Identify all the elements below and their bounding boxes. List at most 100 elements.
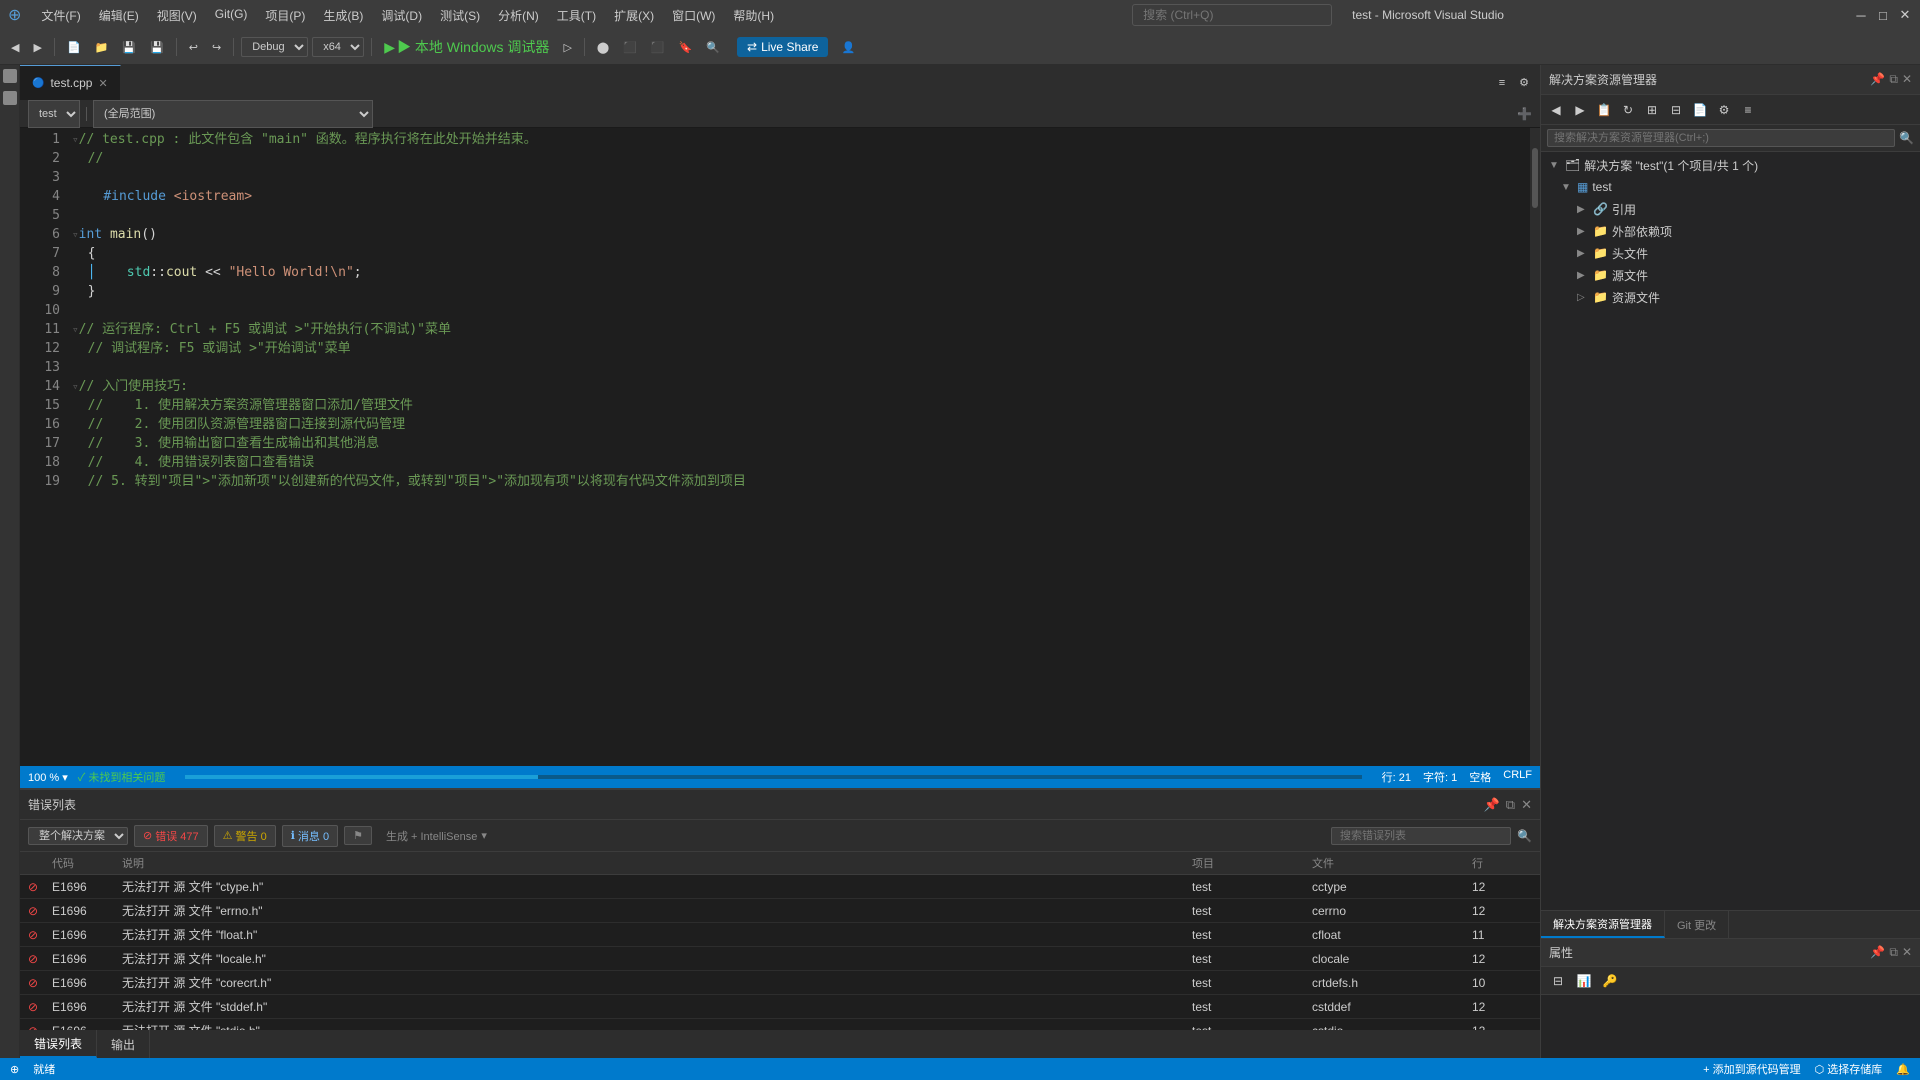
error-row[interactable]: ⊘ E1696 无法打开 源 文件 "stddef.h" test cstdde… [20,995,1540,1019]
panel-close-btn[interactable]: ✕ [1521,797,1532,813]
global-search[interactable] [1132,4,1332,26]
save-all-btn[interactable]: 💾 [145,39,169,56]
menu-analyze[interactable]: 分析(N) [490,5,547,26]
run-debugger-btn[interactable]: ▶ ▶ 本地 Windows 调试器 [379,35,554,59]
tree-solution-root[interactable]: ▼ 🗂 解决方案 "test"(1 个项目/共 1 个) [1541,154,1920,176]
error-filter-select[interactable]: 整个解决方案 [28,827,128,845]
run-no-debug-btn[interactable]: ▷ [558,39,576,56]
tab-menu-btn[interactable]: ≡ [1494,75,1510,91]
activity-icon-2[interactable] [3,91,17,105]
status-zoom[interactable]: 100 % ▾ [28,771,68,784]
forward-btn[interactable]: ▶ [28,39,46,56]
panel-pin-btn[interactable]: 📌 [1484,797,1500,813]
activity-icon-1[interactable] [3,69,17,83]
tree-project-test[interactable]: ▼ ▦ test [1541,176,1920,198]
menu-project[interactable]: 项目(P) [257,5,313,26]
find-btn[interactable]: 🔍 [701,39,725,56]
undo-btn[interactable]: ↩ [184,39,203,56]
se-float-btn[interactable]: ⧉ [1889,72,1898,87]
menu-view[interactable]: 视图(V) [149,5,205,26]
error-search-input[interactable] [1331,827,1511,845]
se-close-btn[interactable]: ✕ [1902,72,1912,87]
menu-file[interactable]: 文件(F) [33,5,88,26]
se-back-btn[interactable]: ◀ [1545,99,1567,121]
menu-help[interactable]: 帮助(H) [725,5,782,26]
status-select-repo[interactable]: ⬡ 选择存储库 [1815,1061,1883,1077]
save-btn[interactable]: 💾 [117,39,141,56]
breakpoint-btn[interactable]: ⬤ [592,39,614,56]
se-menu-btn[interactable]: ≡ [1737,99,1759,121]
redo-btn[interactable]: ↪ [207,39,226,56]
tree-external-deps[interactable]: ▶ 📁 外部依赖项 [1541,220,1920,242]
error-row[interactable]: ⊘ E1696 无法打开 源 文件 "ctype.h" test cctype … [20,875,1540,899]
error-row[interactable]: ⊘ E1696 无法打开 源 文件 "corecrt.h" test crtde… [20,971,1540,995]
menu-tools[interactable]: 工具(T) [549,5,604,26]
platform-select[interactable]: x64 [312,37,364,57]
col-file[interactable]: 文件 [1312,855,1472,871]
tab-settings-btn[interactable]: ⚙ [1514,74,1534,91]
tab-close-btn[interactable]: ✕ [98,77,107,90]
add-btn[interactable]: ➕ [1517,107,1532,121]
status-notification[interactable]: 🔔 [1896,1063,1910,1076]
menu-debug[interactable]: 调试(D) [373,5,430,26]
build-filter-dropdown[interactable]: ▾ [481,829,487,842]
live-share-btn[interactable]: ⇄ Live Share [737,37,828,57]
tab-git-changes[interactable]: Git 更改 [1665,911,1729,938]
col-project[interactable]: 项目 [1192,855,1312,871]
col-desc[interactable]: 说明 [122,855,1192,871]
step-over-btn[interactable]: ⬛ [618,39,642,56]
status-no-issues[interactable]: ✓ 未找到相关问题 [78,769,166,785]
se-forward-btn[interactable]: ▶ [1569,99,1591,121]
code-editor[interactable]: ▿// test.cpp : 此文件包含 "main" 函数。程序执行将在此处开… [68,128,1530,766]
open-btn[interactable]: 📁 [90,39,114,56]
status-add-source[interactable]: + 添加到源代码管理 [1703,1061,1800,1077]
error-row[interactable]: ⊘ E1696 无法打开 源 文件 "stdio.h" test cstdio … [20,1019,1540,1030]
new-file-btn[interactable]: 📄 [62,39,86,56]
menu-window[interactable]: 窗口(W) [664,5,723,26]
tree-header-files[interactable]: ▶ 📁 头文件 [1541,242,1920,264]
menu-test[interactable]: 测试(S) [432,5,488,26]
bookmark-btn[interactable]: 🔖 [674,39,698,56]
error-row[interactable]: ⊘ E1696 无法打开 源 文件 "errno.h" test cerrno … [20,899,1540,923]
se-new-file-btn[interactable]: 📄 [1689,99,1711,121]
tab-output[interactable]: 输出 [97,1030,150,1058]
tab-error-list[interactable]: 错误列表 [20,1030,97,1058]
props-float-btn[interactable]: ⧉ [1889,945,1898,960]
props-close-btn[interactable]: ✕ [1902,945,1912,960]
tree-references[interactable]: ▶ 🔗 引用 [1541,198,1920,220]
col-code[interactable]: 代码 [52,855,122,871]
error-count-badge[interactable]: ⊘ 错误 477 [134,825,208,847]
menu-git[interactable]: Git(G) [207,5,256,26]
props-key-btn[interactable]: 🔑 [1599,970,1621,992]
tree-source-files[interactable]: ▶ 📁 源文件 [1541,264,1920,286]
error-row[interactable]: ⊘ E1696 无法打开 源 文件 "locale.h" test clocal… [20,947,1540,971]
warning-count-badge[interactable]: ⚠ 警告 0 [214,825,276,847]
tree-resource-files[interactable]: ▷ 📁 资源文件 [1541,286,1920,308]
error-search-btn[interactable]: 🔍 [1517,829,1532,843]
scope-select[interactable]: (全局范围) [93,100,373,128]
se-pin-btn[interactable]: 📌 [1870,72,1885,87]
props-sort-btn[interactable]: ⊟ [1547,970,1569,992]
se-properties-btn[interactable]: 📋 [1593,99,1615,121]
tab-solution-explorer[interactable]: 解决方案资源管理器 [1541,911,1665,938]
status-col[interactable]: 字符: 1 [1423,769,1457,785]
se-sync-btn[interactable]: ⊞ [1641,99,1663,121]
message-count-badge[interactable]: ℹ 消息 0 [282,825,338,847]
editor-scrollbar[interactable] [1530,128,1540,766]
props-pin-btn[interactable]: 📌 [1870,945,1885,960]
panel-float-btn[interactable]: ⧉ [1506,797,1515,813]
col-line[interactable]: 行 [1472,855,1532,871]
props-category-btn[interactable]: 📊 [1573,970,1595,992]
status-line[interactable]: 行: 21 [1382,769,1411,785]
account-btn[interactable]: 👤 [836,39,860,56]
se-collapse-btn[interactable]: ⊟ [1665,99,1687,121]
se-search-icon[interactable]: 🔍 [1899,131,1914,145]
back-btn[interactable]: ◀ [6,39,24,56]
se-filter-btn[interactable]: ⚙ [1713,99,1735,121]
menu-edit[interactable]: 编辑(E) [91,5,147,26]
file-context-select[interactable]: test [28,100,80,128]
se-search-input[interactable] [1547,129,1895,147]
close-btn[interactable]: ✕ [1898,8,1912,22]
maximize-btn[interactable]: □ [1876,8,1890,22]
minimize-btn[interactable]: ─ [1854,8,1868,22]
